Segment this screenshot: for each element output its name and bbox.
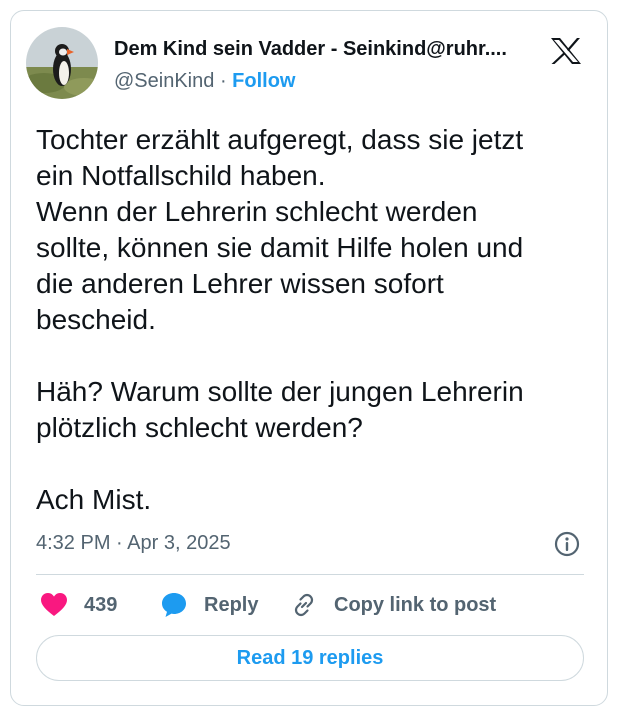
- author-handle-row: @SeinKind · Follow: [114, 70, 296, 93]
- speech-bubble-icon: [162, 593, 186, 617]
- info-icon[interactable]: [554, 531, 580, 557]
- handle-separator: ·: [219, 70, 227, 92]
- read-replies-button[interactable]: Read 19 replies: [36, 635, 584, 681]
- author-display-name[interactable]: Dem Kind sein Vadder - Seinkind@ruhr....: [114, 38, 534, 61]
- x-logo-icon[interactable]: [550, 37, 582, 65]
- tweet-text: Tochter erzählt aufgeregt, dass sie jetz…: [36, 124, 524, 515]
- reply-button[interactable]: Reply: [160, 590, 258, 620]
- reply-label: Reply: [204, 593, 259, 616]
- tweet-timestamp[interactable]: 4:32 PM · Apr 3, 2025: [36, 532, 231, 555]
- like-count: 439: [84, 593, 118, 616]
- avatar[interactable]: [26, 27, 98, 99]
- copy-link-label: Copy link to post: [334, 593, 497, 616]
- link-icon: [294, 593, 314, 617]
- author-handle[interactable]: @SeinKind: [114, 70, 214, 92]
- puffin-avatar-icon: [26, 27, 98, 99]
- like-button[interactable]: 439: [40, 590, 117, 620]
- follow-button[interactable]: Follow: [232, 70, 295, 92]
- divider: [36, 574, 584, 575]
- copy-link-button[interactable]: Copy link to post: [290, 590, 496, 620]
- heart-icon: [41, 593, 67, 616]
